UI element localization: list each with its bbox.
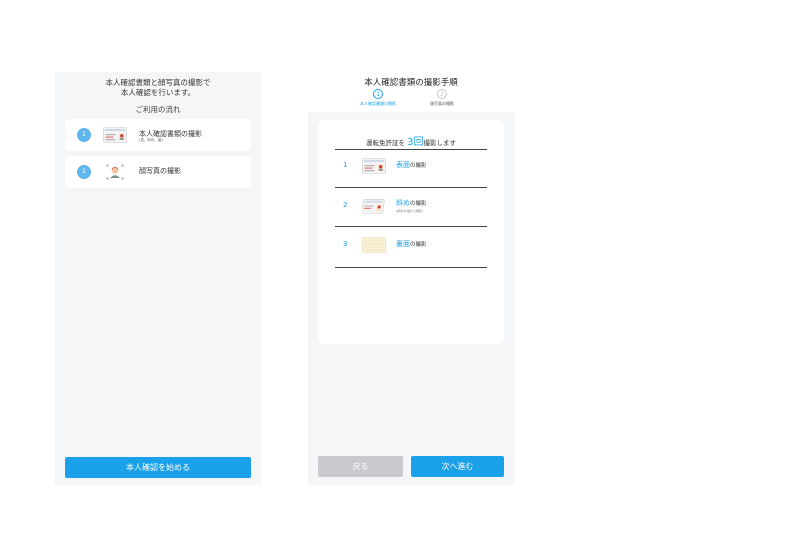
- step-card-document: 1 本人確認書類の撮影 (表、斜め、裏): [65, 119, 251, 151]
- page-title: 本人確認書類の撮影手順: [364, 78, 458, 88]
- step-sub: (表、斜め、裏): [139, 138, 163, 142]
- divider: [335, 187, 487, 188]
- progress-step-1: 1: [373, 89, 383, 99]
- license-front-icon: [362, 158, 386, 174]
- id-card-icon: [103, 127, 127, 143]
- step-card-face: 2 顔写真の撮影: [65, 156, 251, 188]
- plan-count: 3回: [407, 137, 424, 148]
- row-text: の撮影: [410, 242, 427, 248]
- face-photo-icon: [106, 164, 124, 180]
- intro-text: 本人確認書類と顔写真の撮影で 本人確認を行います。: [55, 78, 261, 97]
- row-text: の撮影: [410, 201, 427, 207]
- divider: [335, 267, 487, 268]
- progress-step-2: 2: [437, 89, 447, 99]
- license-back-icon: [362, 237, 386, 253]
- document-steps-screen: 本人確認書類の撮影手順 1 本人確認書類の撮影 2 顔写真の撮影 運転免許証を …: [308, 72, 514, 485]
- row-highlight: 斜め: [396, 199, 410, 207]
- row-highlight: 裏面: [396, 240, 410, 248]
- row-sub: (斜め45度から撮影): [396, 209, 424, 213]
- start-verification-button[interactable]: 本人確認を始める: [65, 457, 251, 478]
- steps-card: 運転免許証を 3回撮影します 1 表面の撮影 2 斜めの撮影 (斜め45度から撮…: [318, 120, 504, 344]
- plan-text: 運転免許証を 3回撮影します: [318, 133, 504, 148]
- intro-line-2: 本人確認を行います。: [120, 87, 196, 97]
- step-number: 1: [77, 128, 91, 142]
- step-number: 2: [77, 165, 91, 179]
- header: 本人確認書類の撮影手順 1 本人確認書類の撮影 2 顔写真の撮影: [308, 72, 514, 112]
- row-number: 1: [343, 161, 348, 169]
- row-label: 裏面の撮影: [396, 239, 427, 249]
- row-text: の撮影: [410, 163, 427, 169]
- intro-screen: 本人確認書類と顔写真の撮影で 本人確認を行います。 ご利用の流れ 1 本人確認書…: [55, 72, 261, 485]
- row-highlight: 表面: [396, 161, 410, 169]
- row-label: 表面の撮影: [396, 160, 427, 170]
- plan-suffix: 撮影します: [423, 139, 456, 147]
- back-button[interactable]: 戻る: [318, 456, 403, 477]
- next-button[interactable]: 次へ進む: [411, 456, 504, 477]
- progress-label-2: 顔写真の撮影: [430, 101, 454, 106]
- divider: [335, 149, 487, 150]
- flow-title: ご利用の流れ: [135, 105, 181, 114]
- divider: [335, 226, 487, 227]
- row-label: 斜めの撮影: [396, 198, 427, 208]
- row-number: 2: [343, 201, 348, 209]
- step-label: 顔写真の撮影: [139, 167, 181, 175]
- plan-prefix: 運転免許証を: [366, 139, 406, 147]
- row-number: 3: [343, 240, 348, 248]
- progress-label-1: 本人確認書類の撮影: [360, 101, 396, 106]
- intro-line-1: 本人確認書類と顔写真の撮影で: [105, 78, 211, 87]
- license-angled-icon: [362, 199, 385, 214]
